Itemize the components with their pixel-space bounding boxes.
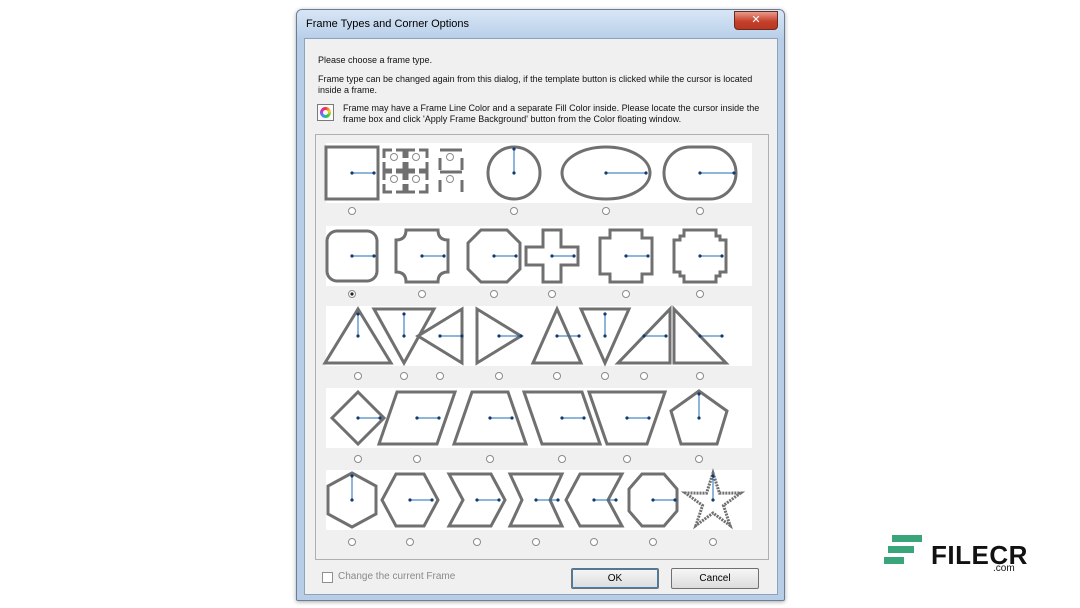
close-button[interactable]: ✕ <box>734 11 778 30</box>
frame-type-radio[interactable] <box>532 538 540 546</box>
frame-type-radio[interactable] <box>696 290 704 298</box>
frame-types-dialog: Frame Types and Corner Options ✕ Please … <box>296 9 785 601</box>
frame-type-radio[interactable] <box>486 455 494 463</box>
frame-type-radio[interactable] <box>406 538 414 546</box>
frame-type-radio[interactable] <box>390 153 398 161</box>
frame-type-radio[interactable] <box>348 290 356 298</box>
cancel-button[interactable]: Cancel <box>671 568 759 589</box>
frame-type-radio[interactable] <box>354 372 362 380</box>
color-note-line-1: Frame may have a Frame Line Color and a … <box>343 103 760 113</box>
frame-type-gallery-box <box>315 134 769 560</box>
frame-type-radio[interactable] <box>622 290 630 298</box>
frame-type-radio[interactable] <box>510 207 518 215</box>
frame-type-radio[interactable] <box>696 372 704 380</box>
title-bar[interactable]: Frame Types and Corner Options ✕ <box>297 10 784 38</box>
frame-type-radio[interactable] <box>548 290 556 298</box>
note-line-2: inside a frame. <box>318 85 378 95</box>
frame-type-radio[interactable] <box>696 207 704 215</box>
frame-type-radio[interactable] <box>601 372 609 380</box>
frame-type-radio[interactable] <box>412 175 420 183</box>
frame-type-radio[interactable] <box>590 538 598 546</box>
frame-type-radio[interactable] <box>348 207 356 215</box>
frame-type-radio[interactable] <box>418 290 426 298</box>
intro-text: Please choose a frame type. <box>318 55 433 65</box>
frame-type-radio[interactable] <box>436 372 444 380</box>
frame-type-radio[interactable] <box>553 372 561 380</box>
color-palette-icon <box>317 104 334 121</box>
frame-type-radio[interactable] <box>490 290 498 298</box>
change-current-frame-checkbox[interactable] <box>322 572 333 583</box>
frame-type-radio[interactable] <box>602 207 610 215</box>
watermark-domain: .com <box>993 563 1015 574</box>
frame-type-radio[interactable] <box>709 538 717 546</box>
frame-type-radio[interactable] <box>473 538 481 546</box>
frame-type-radio[interactable] <box>400 372 408 380</box>
note-line-1: Frame type can be changed again from thi… <box>318 74 753 84</box>
frame-type-radio[interactable] <box>695 455 703 463</box>
frame-type-radio[interactable] <box>558 455 566 463</box>
frame-type-gallery <box>322 143 752 546</box>
frame-type-radio[interactable] <box>495 372 503 380</box>
frame-type-radio[interactable] <box>446 153 454 161</box>
frame-row-band <box>326 226 752 286</box>
dialog-title: Frame Types and Corner Options <box>306 18 470 30</box>
frame-type-radio[interactable] <box>649 538 657 546</box>
ok-button[interactable]: OK <box>571 568 659 589</box>
frame-type-radio[interactable] <box>348 538 356 546</box>
frame-type-radio[interactable] <box>446 175 454 183</box>
color-note-line-2: frame box and click 'Apply Frame Backgro… <box>343 114 682 124</box>
frame-type-radio[interactable] <box>412 153 420 161</box>
dialog-client-area: Please choose a frame type. Frame type c… <box>304 38 778 595</box>
frame-type-radio[interactable] <box>413 455 421 463</box>
frame-type-radio[interactable] <box>623 455 631 463</box>
change-current-frame-label: Change the current Frame <box>338 571 456 582</box>
frame-type-radio[interactable] <box>640 372 648 380</box>
frame-type-radio[interactable] <box>390 175 398 183</box>
frame-type-radio[interactable] <box>354 455 362 463</box>
